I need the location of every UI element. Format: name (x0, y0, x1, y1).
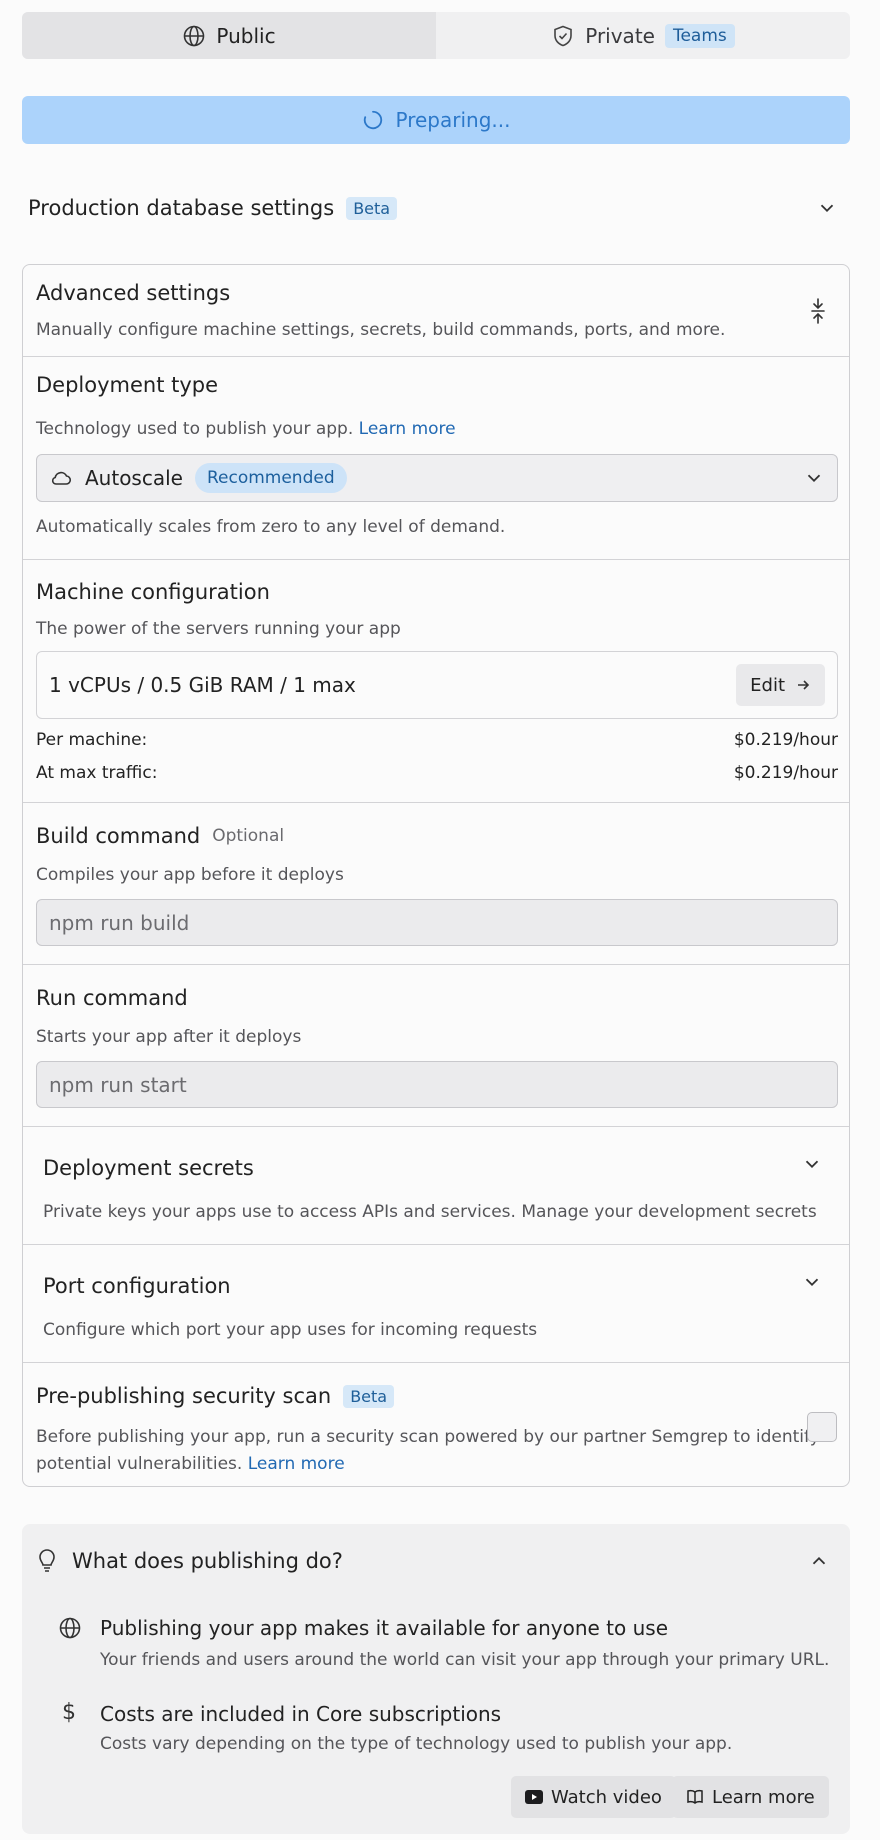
visibility-public-label: Public (216, 23, 276, 48)
security-scan-description-line2: potential vulnerabilities. (36, 1454, 243, 1474)
production-db-settings-header[interactable]: Production database settings Beta (28, 188, 846, 228)
build-command-section: Build command Optional Compiles your app… (23, 802, 849, 964)
machine-edit-label: Edit (750, 674, 785, 696)
publishing-info-header[interactable]: What does publishing do? (36, 1546, 836, 1576)
port-configuration-subtitle: Configure which port your app uses for i… (43, 1320, 538, 1340)
production-db-title: Production database settings (28, 196, 335, 220)
deployment-secrets-title: Deployment secrets (43, 1156, 254, 1180)
beta-badge: Beta (346, 196, 398, 220)
youtube-icon (525, 1790, 543, 1804)
arrow-right-icon (798, 680, 810, 690)
deployment-type-value: Autoscale (85, 466, 183, 490)
machine-configuration-title: Machine configuration (36, 580, 270, 604)
visibility-private-option[interactable]: Private Teams (436, 12, 850, 59)
deployment-secrets-section[interactable]: Deployment secrets Private keys your app… (23, 1126, 849, 1244)
collapse-icon[interactable] (807, 298, 829, 324)
security-scan-title: Pre-publishing security scan (36, 1384, 332, 1408)
per-machine-label: Per machine: (36, 730, 148, 750)
chevron-down-icon (820, 204, 834, 213)
learn-more-button[interactable]: Learn more (672, 1776, 829, 1818)
publishing-info-item-subtitle: Costs vary depending on the type of tech… (100, 1734, 733, 1754)
publishing-info-title: What does publishing do? (72, 1549, 343, 1573)
recommended-badge: Recommended (194, 463, 347, 493)
visibility-public-option[interactable]: Public (22, 12, 436, 59)
port-configuration-title: Port configuration (43, 1274, 231, 1298)
machine-configuration-value: 1 vCPUs / 0.5 GiB RAM / 1 max (49, 673, 356, 697)
per-machine-row: Per machine: $0.219/hour (36, 730, 838, 750)
learn-more-label: Learn more (712, 1786, 815, 1808)
chevron-down-icon (807, 474, 821, 483)
security-scan-description-line1: Before publishing your app, run a securi… (36, 1427, 820, 1447)
globe-icon (184, 25, 205, 46)
deployment-secrets-subtitle: Private keys your apps use to access API… (43, 1202, 817, 1222)
publishing-info-item-title: Publishing your app makes it available f… (100, 1616, 669, 1640)
visibility-toggle: Public Private Teams (22, 12, 850, 59)
build-command-input[interactable] (36, 899, 838, 946)
visibility-private-label: Private (585, 23, 655, 48)
watch-video-button[interactable]: Watch video (511, 1776, 676, 1818)
teams-badge: Teams (664, 23, 735, 48)
run-command-subtitle: Starts your app after it deploys (36, 1027, 302, 1047)
advanced-settings-subtitle: Manually configure machine settings, sec… (36, 320, 726, 340)
machine-edit-button[interactable]: Edit (736, 664, 825, 706)
publishing-info-item-title: Costs are included in Core subscriptions (100, 1702, 502, 1726)
advanced-settings-header[interactable]: Advanced settings Manually configure mac… (23, 265, 849, 356)
chevron-down-icon (805, 1278, 819, 1287)
build-command-title: Build command (36, 824, 201, 848)
deployment-type-subtitle: Technology used to publish your app. Lea… (36, 419, 456, 439)
machine-configuration-subtitle: The power of the servers running your ap… (36, 619, 401, 639)
machine-configuration-section: Machine configuration The power of the s… (23, 559, 849, 802)
security-scan-description: Before publishing your app, run a securi… (36, 1424, 820, 1478)
security-scan-learn-more-link[interactable]: Learn more (248, 1454, 345, 1474)
run-command-input[interactable] (36, 1061, 838, 1108)
machine-configuration-box: 1 vCPUs / 0.5 GiB RAM / 1 max Edit (36, 651, 838, 719)
deployment-type-title: Deployment type (36, 373, 219, 397)
max-traffic-price: $0.219/hour (733, 763, 838, 783)
spinner-icon (363, 110, 382, 130)
cloud-icon (51, 471, 72, 485)
dollar-icon: $ (62, 1700, 76, 1725)
run-command-title: Run command (36, 986, 188, 1010)
deployment-type-select[interactable]: Autoscale Recommended (36, 454, 838, 502)
publish-button-label: Preparing... (395, 108, 511, 132)
publishing-info-item-subtitle: Your friends and users around the world … (100, 1650, 830, 1670)
max-traffic-row: At max traffic: $0.219/hour (36, 763, 838, 783)
publishing-info-panel: What does publishing do? Publishing your… (22, 1524, 850, 1834)
build-command-optional-label: Optional (212, 826, 285, 846)
per-machine-price: $0.219/hour (733, 730, 838, 750)
beta-badge: Beta (343, 1384, 395, 1408)
deployment-type-section: Deployment type Technology used to publi… (23, 356, 849, 559)
publish-button[interactable]: Preparing... (22, 96, 850, 144)
advanced-settings-title: Advanced settings (36, 281, 231, 305)
max-traffic-label: At max traffic: (36, 763, 158, 783)
watch-video-label: Watch video (551, 1786, 662, 1808)
deployment-type-learn-more-link[interactable]: Learn more (359, 419, 456, 439)
globe-icon (59, 1617, 81, 1639)
lightbulb-icon (39, 1549, 55, 1572)
book-icon (687, 1789, 703, 1804)
security-scan-checkbox[interactable] (807, 1412, 837, 1442)
deployment-type-description: Automatically scales from zero to any le… (36, 517, 506, 537)
chevron-up-icon (812, 1556, 826, 1565)
advanced-settings-card: Advanced settings Manually configure mac… (22, 264, 850, 1487)
deployment-type-subtitle-text: Technology used to publish your app. (36, 419, 354, 439)
chevron-down-icon (805, 1160, 819, 1169)
shield-check-icon (554, 25, 573, 46)
run-command-section: Run command Starts your app after it dep… (23, 964, 849, 1126)
build-command-subtitle: Compiles your app before it deploys (36, 865, 344, 885)
security-scan-section: Pre-publishing security scan Beta Before… (23, 1362, 849, 1487)
port-configuration-section[interactable]: Port configuration Configure which port … (23, 1244, 849, 1362)
